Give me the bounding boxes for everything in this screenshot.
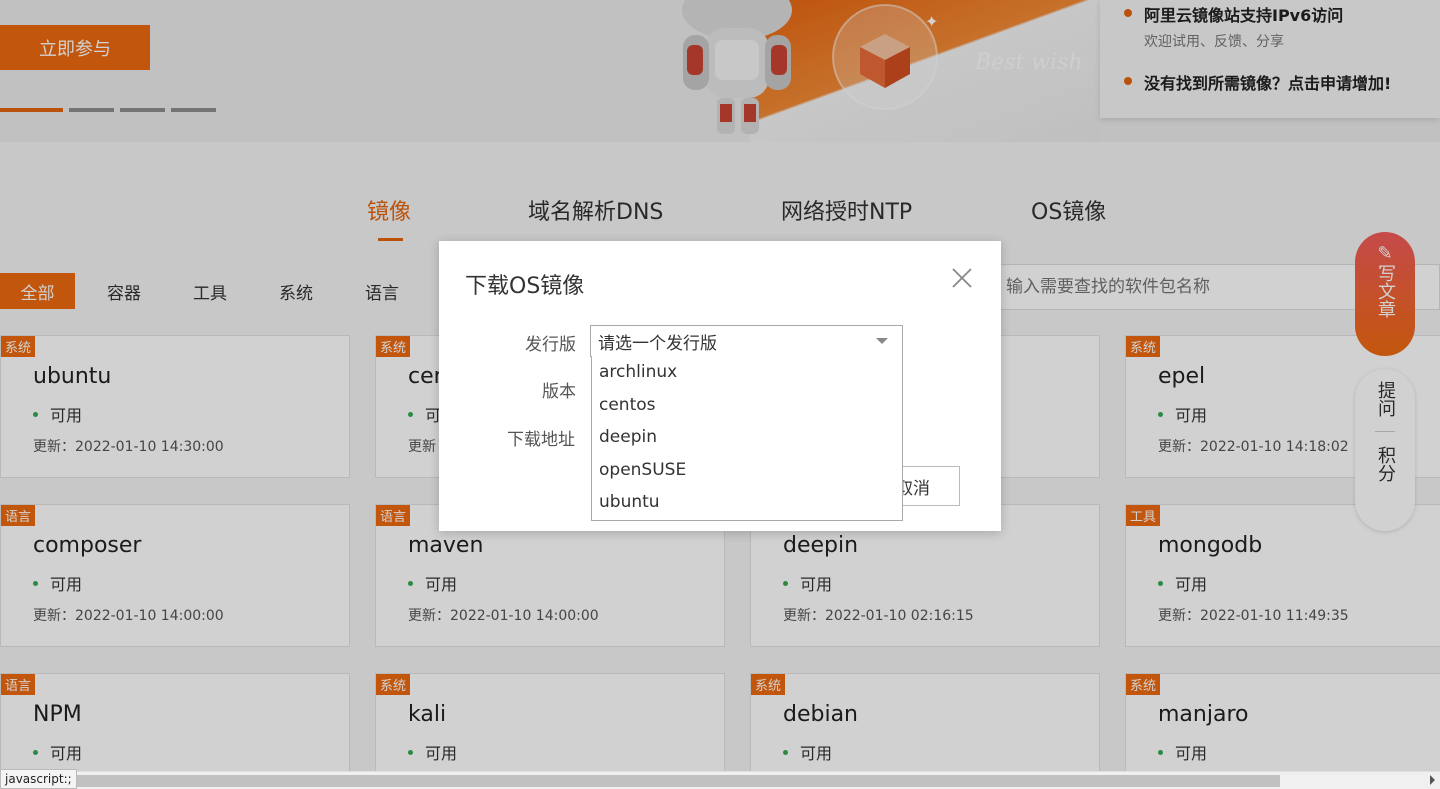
distro-select[interactable]: 请选一个发行版 (590, 325, 903, 357)
distro-label: 发行版 (525, 335, 576, 355)
scroll-right-arrow-icon[interactable] (1430, 775, 1435, 785)
close-icon[interactable] (949, 265, 975, 291)
distro-option[interactable]: ubuntu (592, 486, 902, 519)
version-label: 版本 (542, 382, 576, 402)
distro-option[interactable]: openSUSE (592, 454, 902, 487)
distro-option[interactable]: deepin (592, 421, 902, 454)
distro-option[interactable]: centos (592, 389, 902, 422)
select-value: 请选一个发行版 (598, 333, 717, 354)
dialog-title: 下载OS镜像 (465, 274, 585, 299)
download-url-label: 下载地址 (507, 430, 575, 450)
distro-option[interactable]: archlinux (592, 356, 902, 389)
scrollbar-thumb[interactable] (70, 775, 1280, 787)
horizontal-scrollbar[interactable] (0, 771, 1440, 789)
status-bar-url: javascript:; (0, 769, 77, 789)
caret-down-icon (876, 338, 888, 344)
distro-dropdown-list: archlinux centos deepin openSUSE ubuntu (591, 356, 903, 521)
